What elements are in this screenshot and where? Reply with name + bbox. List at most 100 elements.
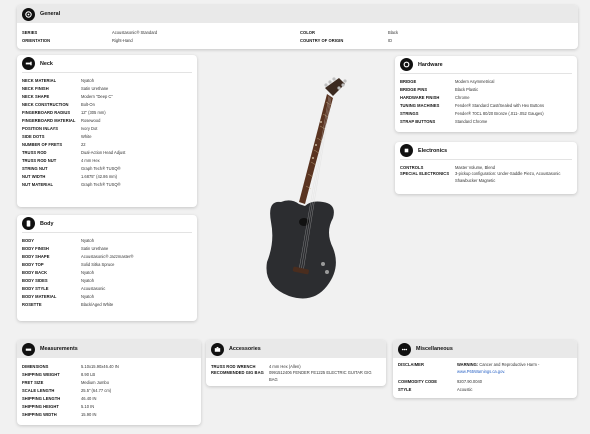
spec-row: NUMBER OF FRETS 22 bbox=[17, 140, 197, 148]
p65-warnings-link[interactable]: www.P65Warnings.ca.gov. bbox=[457, 369, 505, 374]
spec-label: FINGERBOARD RADIUS bbox=[22, 109, 71, 115]
spec-row: TUNING MACHINES Fender® Standard Cast/Sea… bbox=[395, 101, 577, 109]
measurements-title: Measurements bbox=[40, 346, 78, 352]
spec-value: 1.6875" (42.86 mm) bbox=[81, 173, 118, 179]
electronics-icon bbox=[400, 144, 413, 157]
spec-row: BRIDGE PINS Black Plastic bbox=[395, 85, 577, 93]
general-row: ORIENTATION Right-Hand COUNTRY OF ORIGIN… bbox=[17, 36, 578, 44]
spec-value: Dual-Action Head Adjust bbox=[81, 149, 126, 155]
misc-header: Miscellaneous bbox=[393, 340, 577, 358]
spec-row: TRUSS ROD NUT 4 mm Hex bbox=[17, 156, 197, 164]
spec-value: 46.40 IN bbox=[81, 395, 97, 401]
spec-row: RECOMMENDED GIG BAG 0991512406 FENDER FE… bbox=[206, 370, 386, 383]
spec-label: ROSETTE bbox=[22, 301, 42, 307]
spec-label: SHIPPING WIDTH bbox=[22, 411, 57, 417]
spec-label: NECK FINISH bbox=[22, 85, 49, 91]
spec-row: SHIPPING LENGTH 46.40 IN bbox=[17, 394, 201, 402]
spec-label: COUNTRY OF ORIGIN bbox=[300, 37, 344, 43]
spec-value: Medium Jumbo bbox=[81, 379, 109, 385]
spec-value: Acoustic bbox=[457, 386, 473, 392]
spec-row: SCALE LENGTH 25.5" (64.77 cm) bbox=[17, 386, 201, 394]
spec-value: Black Plastic bbox=[455, 86, 479, 92]
spec-row: FRET SIZE Medium Jumbo bbox=[17, 378, 201, 386]
spec-value: Satin Urethane bbox=[81, 85, 109, 91]
spec-row: NECK FINISH Satin Urethane bbox=[17, 84, 197, 92]
measurements-header: Measurements bbox=[17, 340, 201, 358]
spec-value: Standard Chrome bbox=[455, 118, 488, 124]
guitar-image bbox=[266, 77, 347, 299]
body-card: Body BODY Nyatoh BODY FINISH Satin Urethane… bbox=[17, 215, 197, 321]
spec-row: TRUSS ROD Dual-Action Head Adjust bbox=[17, 148, 197, 156]
spec-value: Ivory Dot bbox=[81, 125, 98, 131]
disclaimer-row: DISCLAIMER WARNING: Cancer and Reproduct… bbox=[393, 362, 577, 375]
measurements-rows: DIMENSIONS 5.10x15.90x46.40 IN SHIPPING WE… bbox=[17, 358, 201, 418]
spec-value: 9207.90.0040 bbox=[457, 378, 483, 384]
general-card: General SERIES Acoustasonic® Standard CO… bbox=[17, 5, 578, 49]
spec-label: SHIPPING LENGTH bbox=[22, 395, 61, 401]
accessories-card: Accessories TRUSS ROD WRENCH 4 mm Hex (A… bbox=[206, 340, 386, 386]
spec-value: Chrome bbox=[455, 94, 470, 100]
spec-label: COMMODITY CODE bbox=[398, 378, 438, 384]
spec-label: STRING NUT bbox=[22, 165, 48, 171]
hardware-header: Hardware bbox=[395, 56, 577, 73]
electronics-title: Electronics bbox=[418, 147, 448, 154]
hardware-card: Hardware BRIDGE Modern Asymmetrical BRIDGE… bbox=[395, 56, 577, 132]
accessories-title: Accessories bbox=[229, 346, 261, 352]
spec-label: SPECIAL ELECTRONICS bbox=[400, 171, 450, 176]
spec-value: Acoustasonic bbox=[81, 285, 106, 291]
spec-value: Graph Tech® TUSQ® bbox=[81, 181, 121, 187]
body-rows: BODY Nyatoh BODY FINISH Satin Urethane BODY … bbox=[17, 233, 197, 308]
spec-row: SIDE DOTS White bbox=[17, 132, 197, 140]
spec-value: 4 mm Hex bbox=[81, 157, 100, 163]
spec-label: SERIES bbox=[22, 29, 38, 35]
spec-value: Modern Asymmetrical bbox=[455, 78, 495, 84]
spec-label: BODY SHAPE bbox=[22, 253, 50, 259]
spec-value: Nyatoh bbox=[81, 237, 94, 243]
spec-value: Fender® 70CL 80/20 Bronze (.011-.052 Gau… bbox=[455, 110, 544, 116]
spec-value: Bolt-On bbox=[81, 101, 95, 107]
body-icon bbox=[22, 217, 35, 230]
spec-row: STRAP BUTTONS Standard Chrome bbox=[395, 117, 577, 125]
spec-label: POSITION INLAYS bbox=[22, 125, 59, 131]
spec-value: Nyatoh bbox=[81, 293, 94, 299]
disclaimer-text: WARNING: Cancer and Reproductive Harm - … bbox=[457, 362, 569, 375]
spec-label: RECOMMENDED GIG BAG bbox=[211, 370, 264, 375]
spec-label: NECK MATERIAL bbox=[22, 77, 57, 83]
spec-value: Satin Urethane bbox=[81, 245, 109, 251]
spec-label: BRIDGE PINS bbox=[400, 86, 428, 92]
general-rows: SERIES Acoustasonic® Standard COLOR Blac… bbox=[17, 23, 578, 49]
misc-title: Miscellaneous bbox=[416, 346, 453, 352]
spec-value: 8.90 LB bbox=[81, 371, 96, 377]
neck-icon bbox=[22, 57, 35, 70]
spec-label: BODY STYLE bbox=[22, 285, 49, 291]
spec-row: BODY SIDES Nyatoh bbox=[17, 276, 197, 284]
spec-label: BODY bbox=[22, 237, 35, 243]
warning-text: Cancer and Reproductive Harm - bbox=[478, 362, 540, 367]
spec-label: TRUSS ROD bbox=[22, 149, 47, 155]
spec-value: White bbox=[81, 133, 92, 139]
spec-label: TUNING MACHINES bbox=[400, 102, 440, 108]
misc-rows: DISCLAIMER WARNING: Cancer and Reproduct… bbox=[393, 358, 577, 393]
spec-value: ID bbox=[388, 37, 393, 43]
spec-value: Graph Tech® TUSQ® bbox=[81, 165, 121, 171]
spec-label: BODY SIDES bbox=[22, 277, 48, 283]
spec-label: CONTROLS bbox=[400, 164, 424, 170]
spec-row: COMMODITY CODE 9207.90.0040 bbox=[393, 377, 577, 385]
spec-label: NECK CONSTRUCTION bbox=[22, 101, 69, 107]
spec-row: FINGERBOARD RADIUS 12" (305 mm) bbox=[17, 108, 197, 116]
spec-row: BODY TOP Solid Sitka Spruce bbox=[17, 260, 197, 268]
spec-row: CONTROLS Master Volume, Blend bbox=[395, 163, 577, 171]
ruler-icon bbox=[22, 342, 35, 356]
spec-value: 12" (305 mm) bbox=[81, 109, 106, 115]
general-row: SERIES Acoustasonic® Standard COLOR Blac… bbox=[17, 28, 578, 36]
warning-label: WARNING: bbox=[457, 362, 479, 367]
spec-row: POSITION INLAYS Ivory Dot bbox=[17, 124, 197, 132]
misc-icon bbox=[398, 342, 411, 356]
spec-label: BRIDGE bbox=[400, 78, 417, 84]
spec-label: COLOR bbox=[300, 29, 316, 35]
spec-row: STYLE Acoustic bbox=[393, 385, 577, 393]
spec-label: NECK SHAPE bbox=[22, 93, 50, 99]
spec-label: FINGERBOARD MATERIAL bbox=[22, 117, 76, 123]
spec-row: BODY SHAPE Acoustasonic® Jazzmaster® bbox=[17, 252, 197, 260]
body-title: Body bbox=[40, 220, 54, 227]
